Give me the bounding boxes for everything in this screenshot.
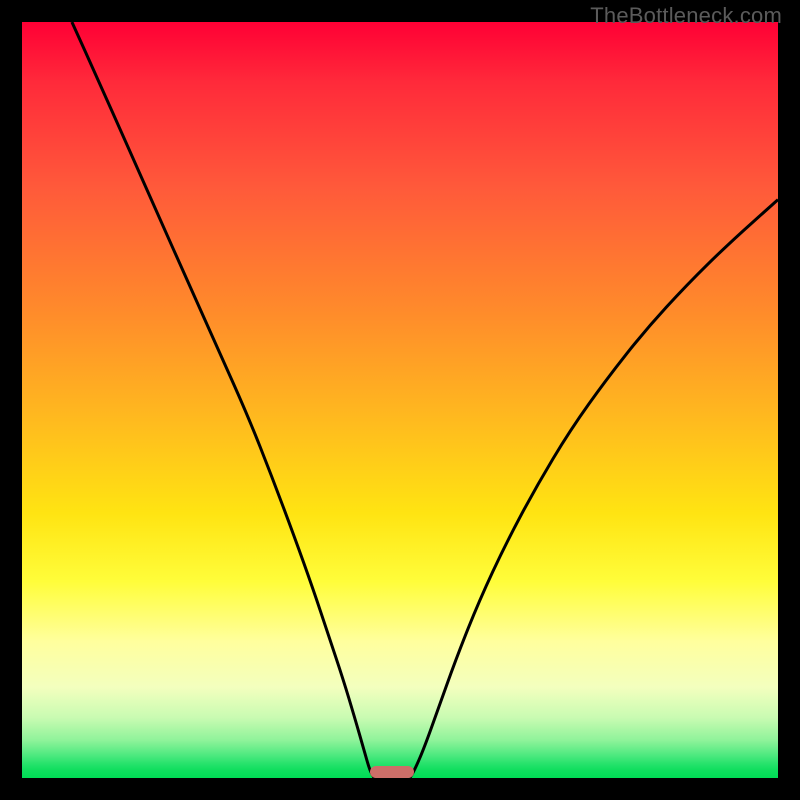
curve-layer [22,22,778,778]
chart-frame: TheBottleneck.com [0,0,800,800]
plot-area [22,22,778,778]
right-curve-path [410,200,778,778]
left-curve-path [72,22,374,778]
watermark-text: TheBottleneck.com [590,3,782,29]
bottleneck-marker [370,766,414,778]
